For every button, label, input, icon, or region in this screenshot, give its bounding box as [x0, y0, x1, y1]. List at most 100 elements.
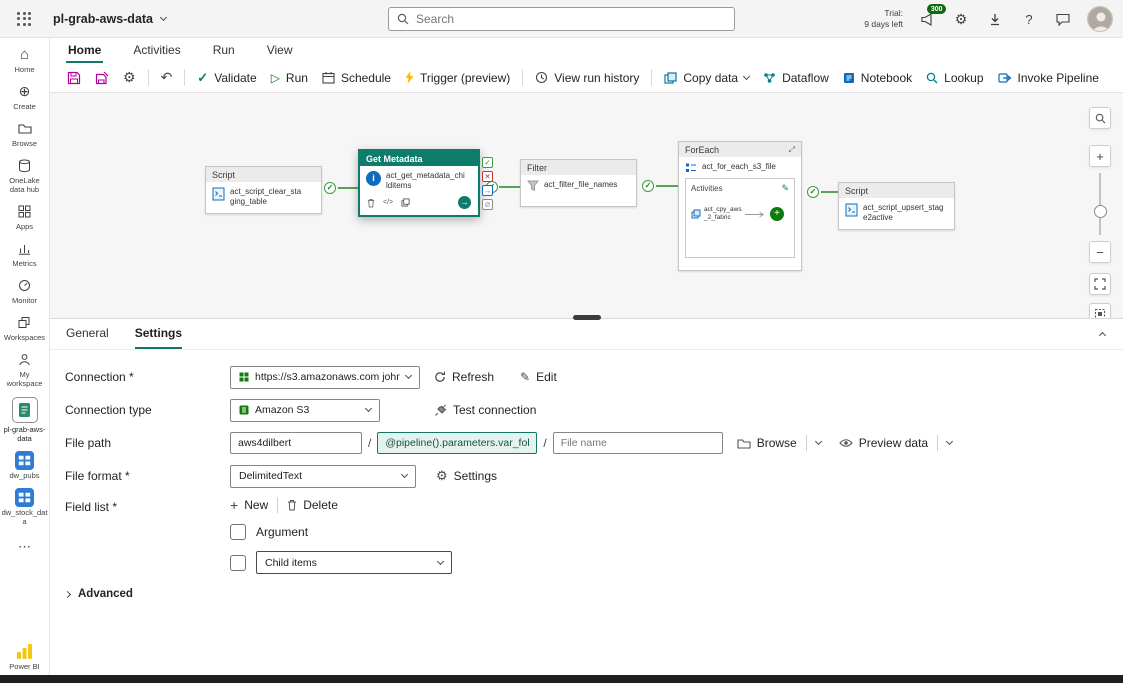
- browse-options-chevron[interactable]: [814, 437, 822, 446]
- clone-activity-icon[interactable]: [401, 198, 410, 207]
- sidebar-item-apps[interactable]: Apps: [0, 203, 50, 231]
- test-connection-button[interactable]: Test connection: [434, 403, 536, 417]
- activity-get-metadata[interactable]: Get Metadata i act_get_metadata_childite…: [358, 149, 493, 217]
- refresh-button[interactable]: Refresh: [434, 370, 494, 384]
- sidebar-item-home[interactable]: ⌂ Home: [0, 46, 50, 74]
- save-button[interactable]: [60, 66, 88, 90]
- workspaces-icon: [18, 314, 31, 331]
- user-avatar[interactable]: [1087, 6, 1113, 32]
- help-icon[interactable]: ?: [1019, 8, 1039, 30]
- sidebar-item-workspaces[interactable]: Workspaces: [0, 314, 50, 342]
- sidebar-item-create[interactable]: ⊕ Create: [0, 83, 50, 111]
- sidebar-item-monitor[interactable]: Monitor: [0, 277, 50, 305]
- gear-icon: ⚙: [436, 468, 448, 483]
- reset-zoom-button[interactable]: [1089, 303, 1111, 318]
- edit-pencil-icon[interactable]: ✎: [781, 183, 789, 194]
- add-next-activity-icon[interactable]: →: [458, 196, 471, 209]
- port-on-completion[interactable]: →: [482, 185, 493, 196]
- schedule-button[interactable]: Schedule: [315, 66, 398, 90]
- file-format-dropdown[interactable]: DelimitedText: [230, 464, 416, 488]
- child-items-checkbox[interactable]: [230, 554, 246, 571]
- pipeline-canvas[interactable]: ✓ ✓ ✓ ✓ Script act_script_clear_staging_…: [50, 93, 1123, 318]
- port-on-failure[interactable]: ✕: [482, 171, 493, 182]
- delete-field-button[interactable]: Delete: [287, 498, 338, 512]
- port-on-success[interactable]: ✓: [482, 157, 493, 168]
- tab-general[interactable]: General: [66, 326, 109, 349]
- script-icon: [212, 187, 225, 201]
- tab-settings[interactable]: Settings: [134, 326, 183, 349]
- copy-data-button[interactable]: Copy data: [657, 66, 756, 90]
- zoom-slider-track[interactable]: [1099, 173, 1101, 235]
- global-search[interactable]: [388, 7, 735, 31]
- delete-activity-icon[interactable]: [367, 198, 375, 208]
- preview-data-button[interactable]: Preview data: [838, 436, 928, 450]
- tab-view[interactable]: View: [265, 41, 295, 63]
- run-button[interactable]: ▷ Run: [264, 66, 315, 90]
- sidebar-item-onelake[interactable]: OneLake data hub: [0, 157, 50, 194]
- tab-home[interactable]: Home: [66, 41, 104, 63]
- foreach-activities-container[interactable]: Activities ✎ act_cpy_aws_2_fabric +: [685, 178, 795, 258]
- folder-parameter-input[interactable]: [377, 432, 538, 454]
- undo-button[interactable]: ↶: [154, 66, 180, 90]
- feedback-icon[interactable]: [1053, 8, 1073, 30]
- activities-label: Activities: [691, 184, 723, 193]
- sidebar-item-power-bi[interactable]: Power BI: [0, 643, 50, 671]
- sidebar-item-browse[interactable]: Browse: [0, 120, 50, 148]
- zoom-in-button[interactable]: +: [1089, 145, 1111, 167]
- expand-icon[interactable]: ⤢: [789, 145, 795, 155]
- advanced-toggle[interactable]: Advanced: [63, 588, 1123, 600]
- sidebar-item-dw-pubs[interactable]: dw_pubs: [0, 451, 50, 480]
- browse-button[interactable]: Browse: [737, 436, 797, 450]
- fit-to-screen-button[interactable]: [1089, 273, 1111, 295]
- validate-button[interactable]: ✓ Validate: [190, 66, 263, 90]
- pipeline-settings-button[interactable]: ⚙: [116, 66, 143, 90]
- activity-foreach[interactable]: ForEach ⤢ act_for_each_s3_file Activitie…: [678, 141, 802, 271]
- new-field-button[interactable]: + New: [230, 497, 268, 513]
- bucket-input[interactable]: [230, 432, 362, 454]
- sidebar-item-metrics[interactable]: Metrics: [0, 240, 50, 268]
- more-options-icon[interactable]: ⋯: [18, 539, 31, 555]
- invoke-pipeline-button[interactable]: Invoke Pipeline: [991, 66, 1106, 90]
- zoom-out-button[interactable]: −: [1089, 241, 1111, 263]
- pencil-icon: ✎: [520, 370, 531, 384]
- child-items-dropdown[interactable]: Child items: [256, 551, 452, 574]
- tab-activities[interactable]: Activities: [131, 41, 182, 63]
- settings-gear-icon[interactable]: ⚙: [951, 8, 971, 30]
- tab-run[interactable]: Run: [211, 41, 237, 63]
- connection-dropdown[interactable]: https://s3.amazonaws.com john: [230, 365, 420, 389]
- format-settings-button[interactable]: ⚙ Settings: [436, 468, 497, 484]
- activity-script-clear-staging[interactable]: Script act_script_clear_staging_table: [205, 166, 322, 214]
- save-as-button[interactable]: [88, 66, 116, 90]
- code-view-icon[interactable]: </>: [383, 199, 393, 206]
- trigger-button[interactable]: Trigger (preview): [398, 66, 517, 90]
- argument-checkbox[interactable]: [230, 524, 246, 540]
- notebook-button[interactable]: Notebook: [836, 66, 919, 90]
- zoom-slider-knob[interactable]: [1094, 205, 1107, 218]
- panel-resize-handle[interactable]: [572, 315, 601, 320]
- file-name-input[interactable]: [552, 432, 723, 454]
- announcement-icon[interactable]: 300: [917, 4, 946, 30]
- edit-button[interactable]: ✎ Edit: [520, 370, 557, 384]
- port-on-skip[interactable]: ⊘: [482, 199, 493, 210]
- activity-script-upsert[interactable]: Script act_script_upsert_stage2active: [838, 182, 955, 230]
- activity-filter[interactable]: Filter act_filter_file_names: [520, 159, 637, 207]
- canvas-search-button[interactable]: [1089, 107, 1111, 129]
- power-bi-icon: [16, 643, 33, 660]
- search-input[interactable]: [416, 12, 726, 26]
- pipeline-title-dropdown[interactable]: pl-grab-aws-data: [53, 11, 168, 26]
- waffle-menu-icon[interactable]: [17, 11, 31, 26]
- download-icon[interactable]: [985, 8, 1005, 30]
- view-run-history-button[interactable]: View run history: [528, 66, 646, 90]
- dataflow-button[interactable]: Dataflow: [756, 66, 836, 90]
- connection-type-dropdown[interactable]: Amazon S3: [230, 398, 380, 422]
- lookup-button[interactable]: Lookup: [919, 66, 990, 90]
- undo-icon: ↶: [160, 69, 173, 85]
- inner-activity-name[interactable]: act_cpy_aws_2_fabric: [704, 206, 742, 222]
- file-format-label: File format *: [65, 469, 130, 483]
- preview-options-chevron[interactable]: [946, 437, 954, 446]
- sidebar-item-my-workspace[interactable]: My workspace: [0, 351, 50, 388]
- page-title: pl-grab-aws-data: [53, 11, 154, 26]
- sidebar-item-current-pipeline[interactable]: pl-grab-aws-data: [0, 397, 50, 443]
- add-inner-activity-button[interactable]: +: [770, 207, 784, 222]
- sidebar-item-dw-stock-data[interactable]: dw_stock_data: [0, 488, 50, 526]
